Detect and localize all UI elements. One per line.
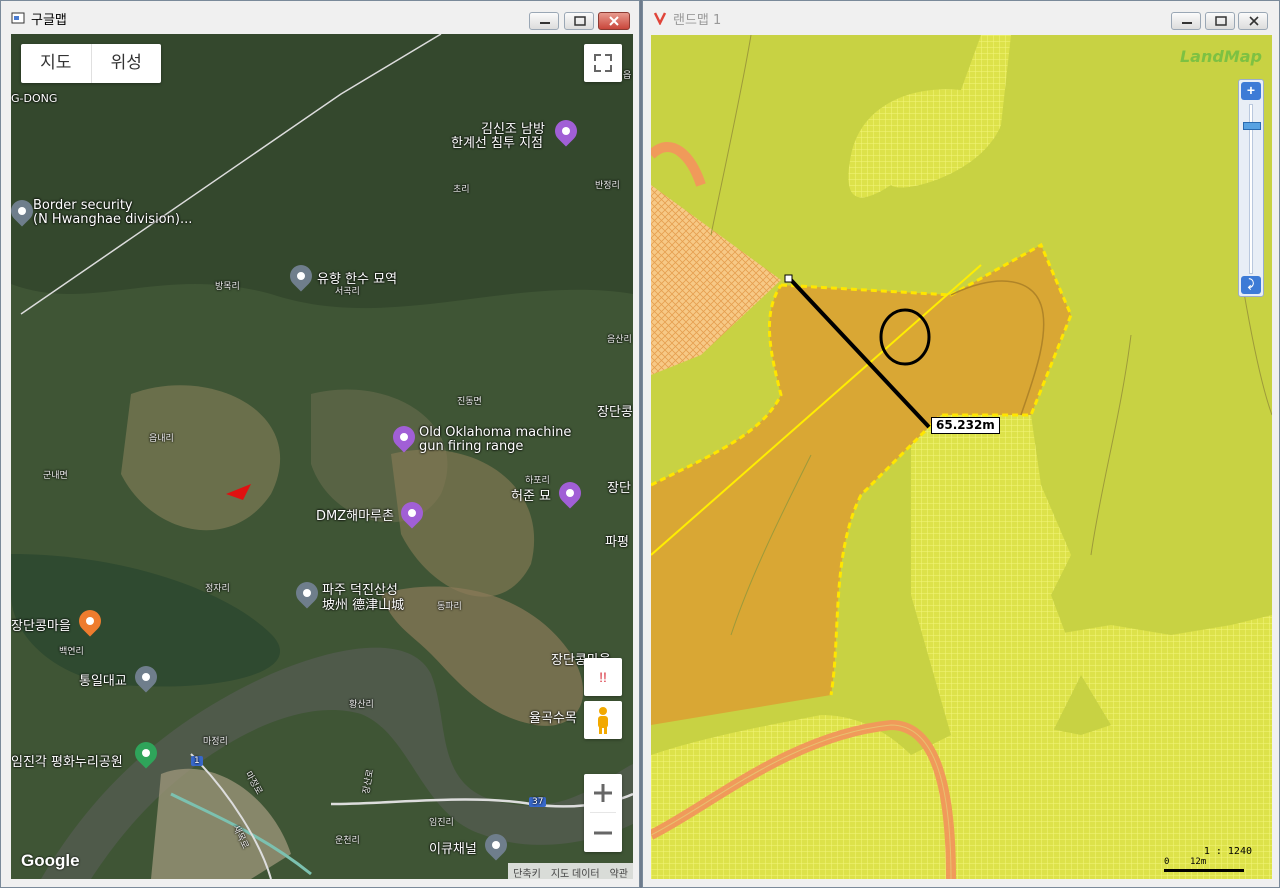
close-icon: [1249, 16, 1259, 26]
window-title: 랜드맵 1: [673, 13, 722, 28]
label-heojun: 허준 묘: [511, 489, 552, 504]
minimize-button[interactable]: [529, 12, 559, 30]
maximize-button[interactable]: [564, 12, 594, 30]
landmap-app-icon: [653, 12, 667, 25]
label-dmz: DMZ해마루촌: [316, 509, 394, 524]
label-paju-2: 坡州 德津山城: [322, 598, 405, 613]
scale-ratio: 1 : 1240: [1203, 846, 1252, 857]
map-type-satellite-button[interactable]: 위성: [90, 44, 162, 83]
shortcuts-link[interactable]: 단축키: [508, 863, 546, 879]
minimize-icon: [1182, 22, 1192, 24]
label-ikyu: 이큐채널: [429, 842, 477, 857]
map-type-toggle: 지도 위성: [21, 44, 161, 83]
close-button[interactable]: [1238, 12, 1268, 30]
title-bar[interactable]: 구글맵: [1, 1, 639, 33]
window-title: 구글맵: [31, 13, 67, 28]
label-jangdan-r2: 장단: [607, 481, 631, 496]
label-jangdan-maeul: 장단콩마을: [11, 619, 71, 634]
label-g-dong: G-DONG: [11, 92, 58, 105]
label-imjingak: 임진각 평화누리공원: [11, 755, 123, 770]
fullscreen-icon: [594, 54, 612, 72]
google-map-window: 구글맵 지도 위성 G-DONG 김신조 남방 한계선 침투 지점 Border…: [0, 0, 640, 888]
land-parcels: [651, 35, 1272, 879]
title-bar[interactable]: 랜드맵 1: [643, 1, 1279, 33]
maximize-icon: [1215, 16, 1227, 26]
label-yulgok: 율곡수목: [529, 711, 577, 726]
label-majeong: 마정리: [203, 737, 228, 747]
distance-measurement: 65.232m: [931, 417, 1000, 434]
label-choli: 초리: [453, 185, 470, 195]
label-unjeong: 운천리: [335, 836, 360, 846]
satellite-map[interactable]: 지도 위성 G-DONG 김신조 남방 한계선 침투 지점 Border sec…: [11, 34, 633, 879]
fullscreen-button[interactable]: [584, 44, 622, 82]
label-old-oklahoma-2: gun firing range: [419, 439, 524, 454]
label-gunnae: 군내면: [43, 471, 68, 481]
scale-length: 12m: [1190, 857, 1207, 867]
minus-icon: [594, 831, 612, 835]
label-baekyeon: 백연리: [59, 647, 84, 657]
label-eup: 읍: [623, 71, 632, 81]
pegman-icon: [598, 707, 608, 734]
terms-link[interactable]: 약관: [605, 863, 633, 879]
map-data-link[interactable]: 지도 데이터: [546, 863, 605, 879]
plus-icon: [594, 784, 612, 802]
label-hapori: 하포리: [525, 476, 550, 486]
label-tongil: 통일대교: [79, 674, 127, 689]
label-old-oklahoma: Old Oklahoma machine: [419, 425, 572, 440]
label-jindong: 진동면: [457, 397, 482, 407]
zoom-in-button[interactable]: +: [1241, 82, 1261, 100]
label-dongpa: 동파리: [437, 602, 462, 612]
label-seogok: 서곡리: [335, 287, 360, 297]
scale-bar: 0 12m: [1162, 857, 1252, 877]
label-banjeong: 반정리: [595, 181, 620, 191]
map-type-map-button[interactable]: 지도: [21, 44, 91, 83]
alert-button[interactable]: !!: [584, 658, 622, 696]
label-paju-r: 파평: [605, 535, 629, 550]
zoom-handle[interactable]: [1243, 122, 1261, 130]
label-jeongja: 정자리: [205, 584, 230, 594]
route-1-shield: 1: [191, 756, 203, 766]
minimize-button[interactable]: [1171, 12, 1201, 30]
label-imjin: 임진리: [429, 818, 454, 828]
close-button[interactable]: [598, 12, 630, 30]
label-eupnae: 읍내리: [149, 434, 174, 444]
label-border-security: Border security: [33, 198, 133, 213]
maximize-icon: [574, 16, 586, 26]
label-jangdan-right: 장단콩: [597, 405, 633, 420]
maximize-button[interactable]: [1205, 12, 1235, 30]
landmap-logo: LandMap: [1179, 47, 1262, 66]
label-kim-shin-jo-2: 한계선 침투 지점: [451, 136, 543, 151]
zoom-reset-button[interactable]: ⤸: [1241, 276, 1261, 294]
app-icon: [11, 12, 25, 24]
zoom-in-button[interactable]: [584, 774, 622, 812]
map-footer: 단축키 지도 데이터 약관: [508, 863, 633, 879]
scale-zero: 0: [1164, 857, 1170, 867]
zoom-out-button[interactable]: [584, 814, 622, 852]
minimize-icon: [540, 22, 550, 24]
zoom-control: [584, 774, 622, 852]
land-map[interactable]: LandMap + ⤸ 65.232m 1 : 1240 0 12m: [651, 35, 1272, 879]
landmap-window: 랜드맵 1 LandMap + ⤸ 65.232m 1: 1240 0 12m: [642, 0, 1280, 888]
label-hwangsan: 황산리: [349, 700, 374, 710]
route-37-shield: 37: [529, 797, 547, 807]
label-eumsan: 음산리: [607, 335, 632, 345]
zoom-slider[interactable]: + ⤸: [1238, 79, 1264, 297]
label-border-security-2: (N Hwanghae division)...: [33, 212, 193, 227]
label-bangmok: 방목리: [215, 282, 240, 292]
close-icon: [609, 16, 619, 26]
google-logo: Google: [21, 851, 80, 870]
street-view-button[interactable]: [584, 701, 622, 739]
